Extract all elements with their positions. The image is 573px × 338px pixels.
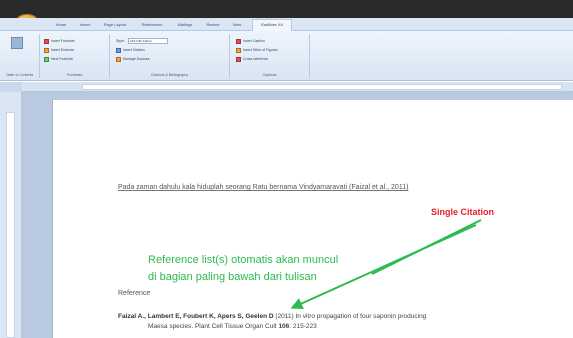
reference-text-1: (2011) In vitro propagation of four sapo…	[275, 313, 427, 320]
ruler-corner	[0, 82, 22, 92]
window-titlebar	[0, 0, 573, 18]
insert-citation-icon	[11, 37, 23, 49]
table-of-figures-button[interactable]: Insert Table of Figures	[236, 46, 278, 54]
group-captions: Insert Caption Insert Table of Figures C…	[230, 34, 310, 78]
annotation-line-1: Reference list(s) otomatis akan muncul	[148, 254, 339, 266]
reference-authors: Faizal A., Lambert E, Foubert K, Apers S…	[118, 313, 274, 320]
insert-caption-button[interactable]: Insert Caption	[236, 37, 265, 45]
crossref-icon	[236, 56, 241, 62]
tab-mailings[interactable]: Mailings	[172, 20, 198, 30]
sources-icon	[116, 56, 121, 62]
tab-references[interactable]: References	[136, 20, 168, 30]
ruler-strip	[82, 84, 562, 90]
ribbon: Table of Contents Insert Footnote Insert…	[0, 31, 573, 81]
tab-review[interactable]: Review	[202, 20, 224, 30]
endnote-icon	[44, 47, 49, 53]
style-selector[interactable]: Style: APA Fifth Edition	[116, 37, 168, 45]
tab-page-layout[interactable]: Page Layout	[98, 20, 132, 30]
insert-endnote-button[interactable]: Insert Endnote	[44, 46, 74, 54]
single-citation-label: Single Citation	[431, 207, 494, 217]
group-footnotes: Insert Footnote Insert Endnote Next Foot…	[40, 34, 110, 78]
tab-home[interactable]: Home	[50, 20, 72, 30]
figures-icon	[236, 47, 241, 53]
toc-button[interactable]	[6, 37, 28, 67]
horizontal-ruler[interactable]	[22, 82, 573, 92]
group-table-of-contents: Table of Contents	[0, 34, 40, 78]
next-footnote-button[interactable]: Next Footnote	[44, 55, 73, 63]
vertical-ruler[interactable]	[0, 92, 22, 338]
group-citations: Style: APA Fifth Edition Insert Citation …	[110, 34, 230, 78]
vruler-strip	[6, 112, 15, 338]
ribbon-tab-bar: Home Insert Page Layout References Maili…	[0, 18, 573, 31]
next-footnote-icon	[44, 56, 49, 62]
footnote-icon	[44, 38, 49, 44]
tab-view[interactable]: View	[228, 20, 246, 30]
caption-icon	[236, 38, 241, 44]
insert-footnote-button[interactable]: Insert Footnote	[44, 37, 75, 45]
tab-endnote[interactable]: EndNote X4	[252, 19, 292, 31]
tab-insert[interactable]: Insert	[74, 20, 96, 30]
reference-entry[interactable]: Faizal A., Lambert E, Foubert K, Apers S…	[118, 312, 426, 332]
citation-icon	[116, 47, 121, 53]
annotation-line-2: di bagian paling bawah dari tulisan	[148, 271, 317, 283]
reference-line-2: Maesa species. Plant Cell Tissue Organ C…	[148, 323, 317, 330]
annotation-text: Reference list(s) otomatis akan muncul d…	[148, 252, 338, 286]
manage-sources-button[interactable]: Manage Sources	[116, 55, 149, 63]
cross-reference-button[interactable]: Cross-reference	[236, 55, 268, 63]
document-page[interactable]	[52, 100, 573, 338]
body-text[interactable]: Pada zaman dahulu kala hiduplah seorang …	[118, 184, 408, 191]
reference-heading[interactable]: Reference	[118, 290, 150, 297]
insert-citation-button[interactable]: Insert Citation	[116, 46, 145, 54]
